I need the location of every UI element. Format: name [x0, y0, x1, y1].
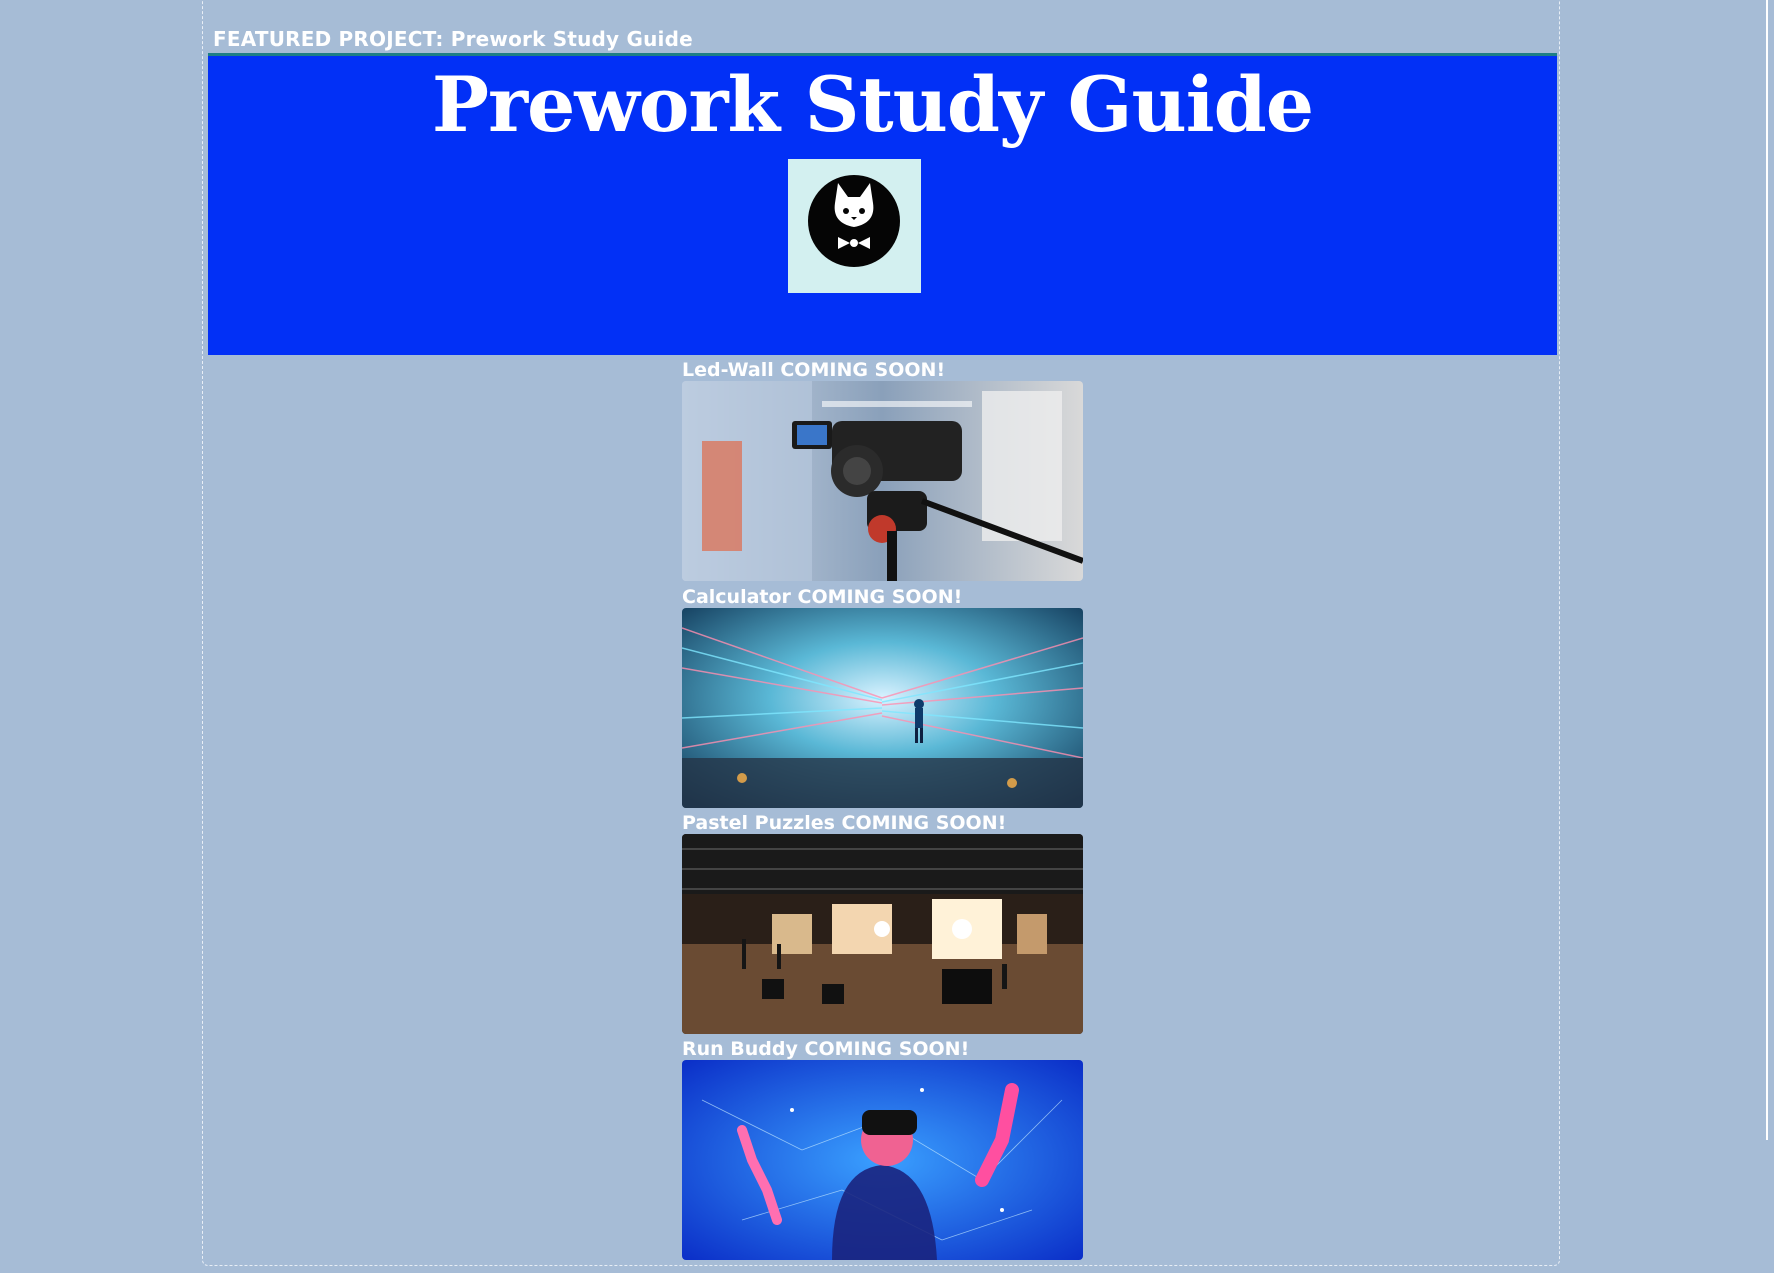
film-studio-set-overview-photo[interactable]	[682, 834, 1083, 1034]
project-caption: Pastel Puzzles COMING SOON!	[682, 812, 1007, 834]
project-item-pastel-puzzles[interactable]: Pastel Puzzles COMING SOON!	[682, 812, 1083, 1034]
camera-on-tripod-studio-photo[interactable]	[682, 381, 1083, 581]
window-scrollbar[interactable]	[1766, 0, 1774, 1140]
vr-headset-digital-network-photo[interactable]	[682, 1060, 1083, 1260]
project-item-calculator[interactable]: Calculator COMING SOON!	[682, 586, 1083, 808]
project-caption: Led-Wall COMING SOON!	[682, 359, 946, 381]
project-item-led-wall[interactable]: Led-Wall COMING SOON!	[682, 359, 1083, 581]
project-item-run-buddy[interactable]: Run Buddy COMING SOON!	[682, 1038, 1083, 1260]
project-caption: Run Buddy COMING SOON!	[682, 1038, 970, 1060]
project-caption: Calculator COMING SOON!	[682, 586, 963, 608]
hero-banner[interactable]: Prework Study Guide	[208, 53, 1557, 355]
featured-project-label: FEATURED PROJECT: Prework Study Guide	[213, 27, 693, 51]
person-in-neon-light-tunnel-photo[interactable]	[682, 608, 1083, 808]
cat-bowtie-logo-icon	[788, 159, 921, 293]
hero-title: Prework Study Guide	[431, 60, 1314, 149]
